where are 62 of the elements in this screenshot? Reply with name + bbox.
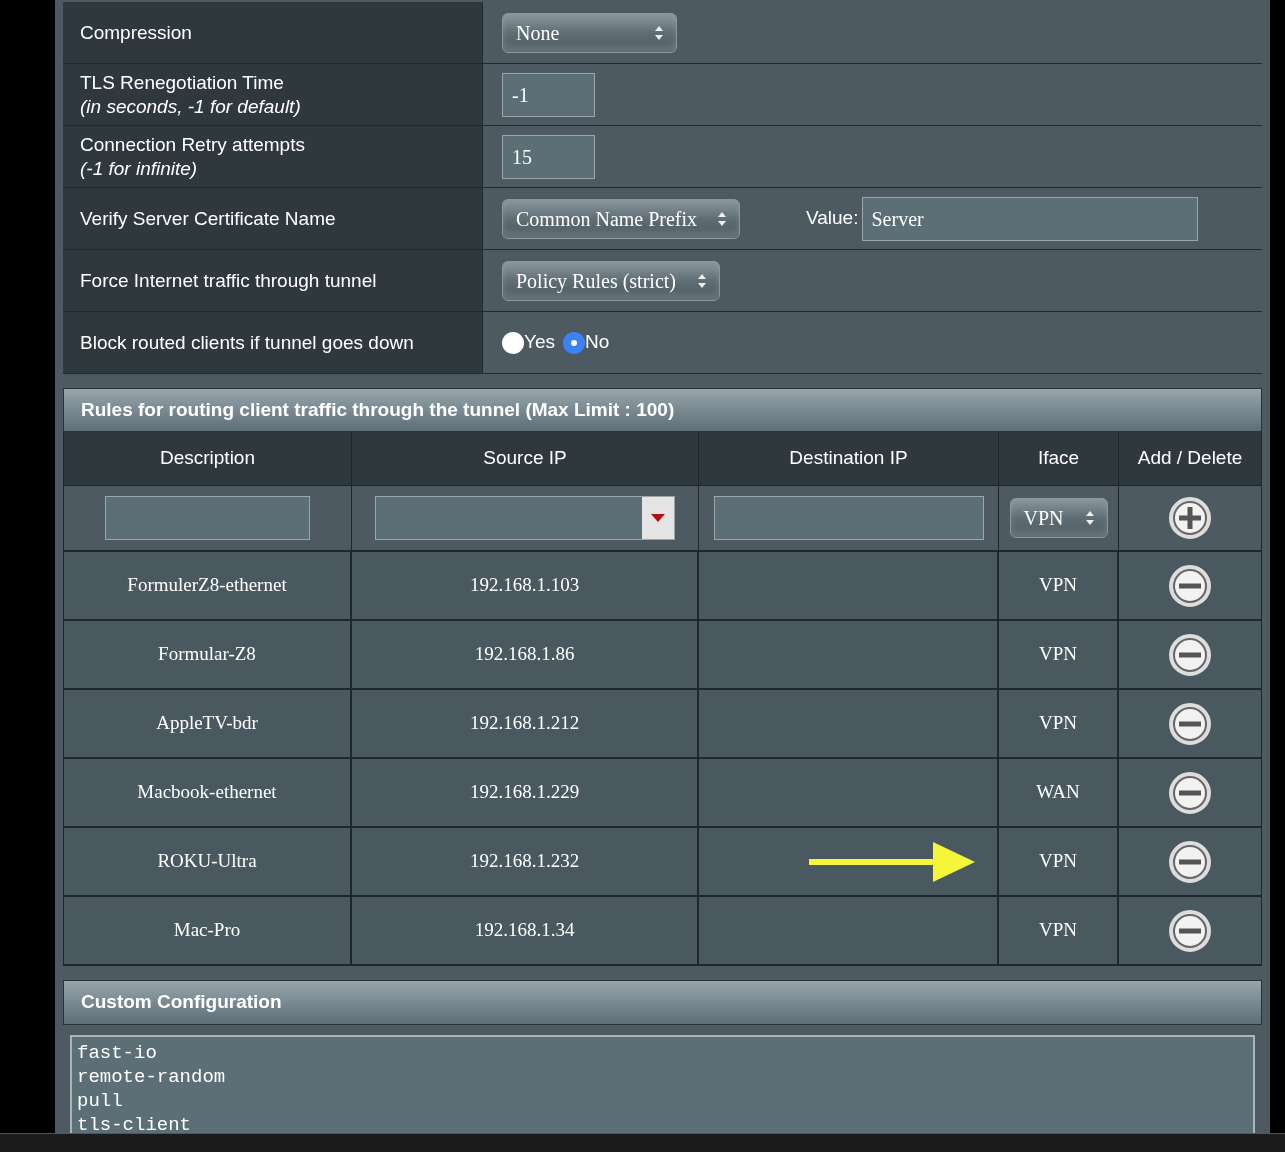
table-cell: AppleTV-bdr: [64, 690, 352, 757]
table-cell: ROKU-Ultra: [64, 828, 352, 895]
radio-label: Yes: [524, 330, 555, 355]
setting-label: Verify Server Certificate Name: [80, 206, 337, 231]
caret-icon: [655, 24, 663, 41]
table-cell: 192.168.1.212: [352, 690, 699, 757]
setting-label: TLS Renegotiation Time: [80, 70, 285, 95]
table-cell: 192.168.1.34: [352, 897, 699, 964]
dropdown[interactable]: Common Name Prefix: [502, 198, 740, 239]
table-cell: Formular-Z8: [64, 621, 352, 688]
table-cell: 192.168.1.229: [352, 759, 699, 826]
column-header: Description: [64, 432, 352, 485]
radio-label: No: [585, 330, 610, 355]
column-header: Iface: [999, 432, 1119, 485]
arrow-icon: [809, 842, 975, 882]
setting-note: (-1 for infinite): [80, 156, 199, 181]
column-header: Add / Delete: [1136, 446, 1244, 471]
caret-icon: [718, 210, 726, 227]
text-area[interactable]: fast-io remote-random pull tls-client: [70, 1035, 1255, 1133]
caret-icon: [698, 272, 706, 289]
column-header: Source IP: [352, 432, 699, 485]
value-label: Value:: [806, 206, 859, 231]
remove-icon[interactable]: [1168, 770, 1212, 815]
radio-button[interactable]: [502, 331, 524, 354]
combo-box[interactable]: [375, 496, 675, 540]
dropdown[interactable]: VPN: [1009, 498, 1108, 538]
table-cell: VPN: [999, 552, 1119, 619]
table-cell: VPN: [999, 690, 1119, 757]
remove-icon[interactable]: [1168, 632, 1212, 677]
input-field[interactable]: Server: [862, 196, 1199, 241]
dropdown[interactable]: Policy Rules (strict): [502, 260, 720, 301]
table-cell: 192.168.1.86: [352, 621, 699, 688]
remove-icon[interactable]: [1168, 701, 1212, 746]
table-cell: 192.168.1.232: [352, 828, 699, 895]
remove-icon[interactable]: [1168, 908, 1212, 953]
table-cell: WAN: [999, 759, 1119, 826]
table-cell: Macbook-ethernet: [64, 759, 352, 826]
setting-label: Force Internet traffic through tunnel: [80, 268, 378, 293]
setting-label: Block routed clients if tunnel goes down: [80, 330, 415, 355]
input-field[interactable]: [713, 496, 984, 540]
setting-note: (in seconds, -1 for default): [80, 94, 302, 119]
input-field[interactable]: 15: [502, 134, 595, 179]
table-cell: VPN: [999, 621, 1119, 688]
setting-label: Connection Retry attempts: [80, 132, 306, 157]
input-field[interactable]: [105, 496, 310, 540]
add-icon[interactable]: [1168, 496, 1212, 540]
table-cell: Mac-Pro: [64, 897, 352, 964]
caret-icon: [651, 514, 665, 522]
radio-button[interactable]: [563, 331, 585, 354]
setting-label: Compression: [80, 20, 193, 45]
remove-icon[interactable]: [1168, 839, 1212, 884]
caret-icon: [1085, 510, 1094, 526]
section-header: Custom Configuration: [63, 980, 1262, 1025]
remove-icon[interactable]: [1168, 563, 1212, 608]
input-field[interactable]: -1: [502, 72, 595, 117]
table-cell: 192.168.1.103: [352, 552, 699, 619]
table-cell: FormulerZ8-ethernet: [64, 552, 352, 619]
table-cell: VPN: [999, 828, 1119, 895]
column-header: Destination IP: [699, 432, 999, 485]
dropdown[interactable]: None: [502, 12, 677, 53]
section-header: Rules for routing client traffic through the tunnel (Max Limit : 100): [63, 388, 1262, 432]
table-cell: VPN: [999, 897, 1119, 964]
